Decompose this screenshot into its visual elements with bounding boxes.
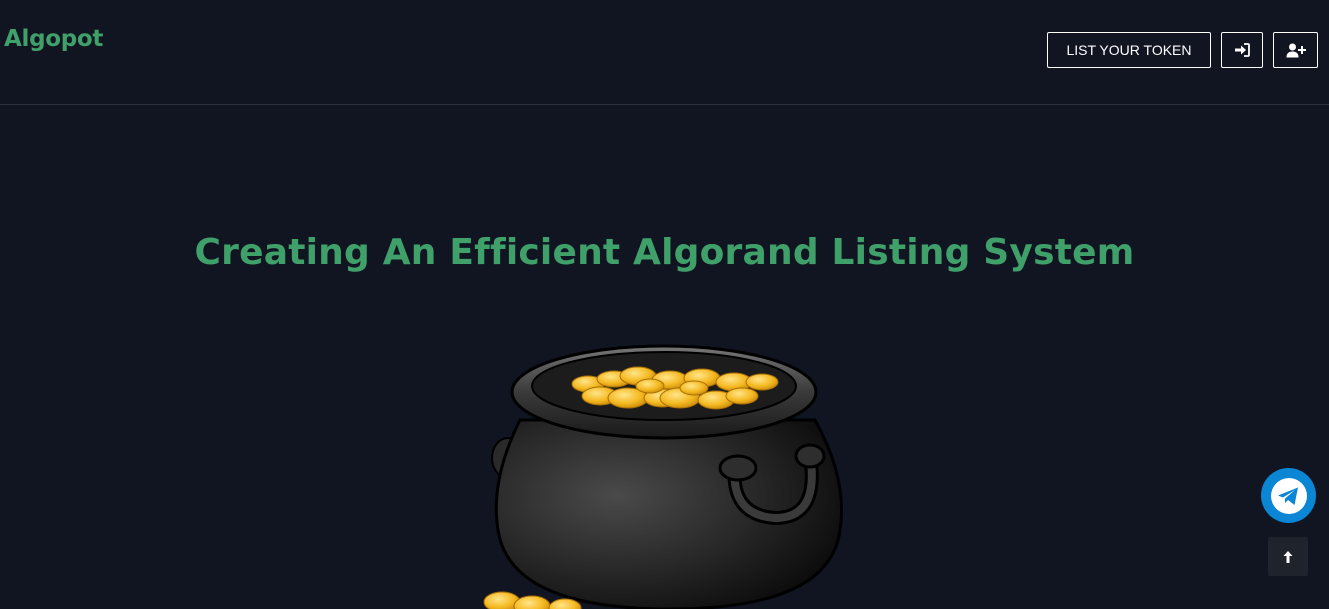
site-logo[interactable]: Algopot — [4, 26, 103, 52]
back-to-top-button[interactable] — [1268, 537, 1308, 576]
login-button[interactable] — [1221, 32, 1263, 68]
telegram-icon — [1270, 477, 1307, 514]
telegram-button[interactable] — [1261, 468, 1316, 523]
register-button[interactable] — [1273, 32, 1318, 68]
page: Algopot LIST YOUR TOKEN Creating An Effi… — [0, 0, 1329, 609]
sign-in-icon — [1235, 43, 1250, 57]
arrow-up-icon — [1283, 550, 1293, 563]
hero-title: Creating An Efficient Algorand Listing S… — [194, 232, 1135, 273]
list-your-token-button[interactable]: LIST YOUR TOKEN — [1047, 32, 1211, 68]
pot-of-gold-image — [483, 344, 844, 609]
site-header: Algopot LIST YOUR TOKEN — [0, 0, 1329, 105]
user-plus-icon — [1286, 43, 1306, 57]
